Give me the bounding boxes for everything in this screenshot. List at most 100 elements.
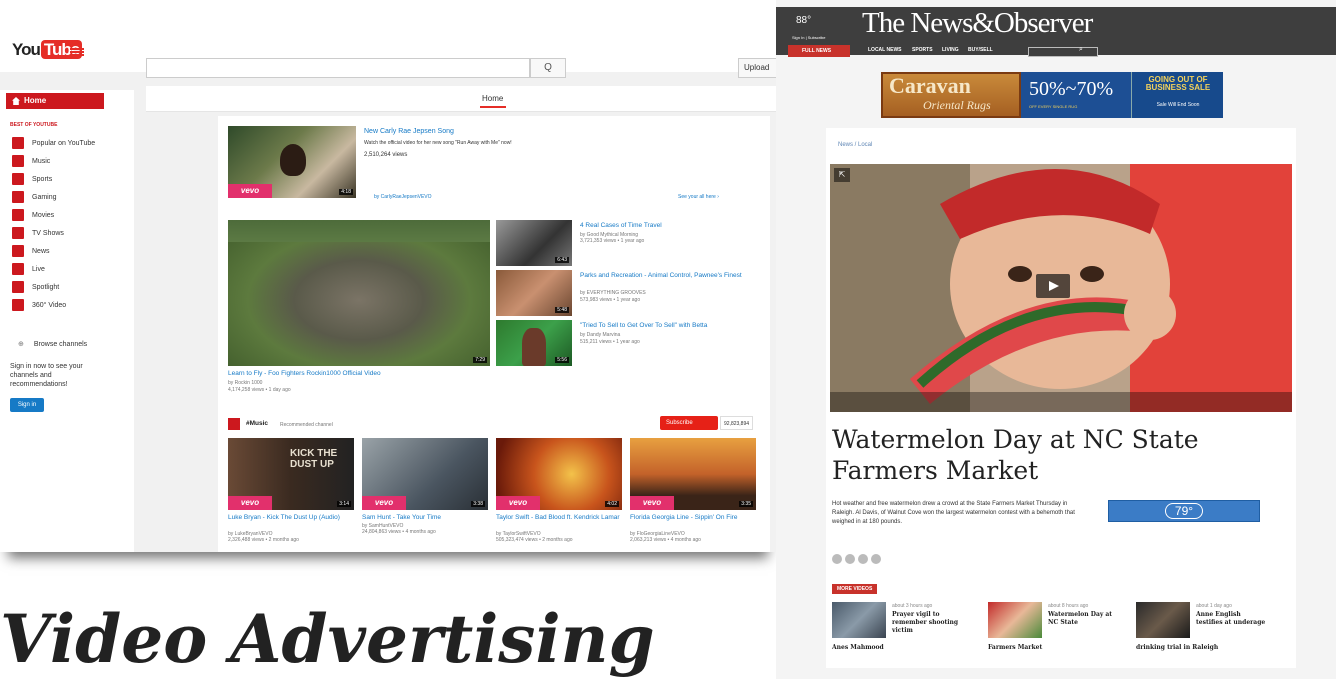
related-video-thumbnail[interactable]	[832, 602, 886, 638]
banner-ad[interactable]: Caravan Oriental Rugs 50%~70% OFF EVERY …	[881, 72, 1223, 118]
comment-icon[interactable]	[871, 554, 881, 564]
related-video-title[interactable]: Anne English testifies at underage	[1196, 611, 1266, 627]
big-video-title[interactable]: Learn to Fly - Foo Fighters Rockin1000 O…	[228, 370, 488, 378]
ad-caravan-panel: Caravan Oriental Rugs	[881, 72, 1021, 118]
music-video-title[interactable]: Taylor Swift - Bad Blood ft. Kendrick La…	[496, 514, 620, 522]
music-shelf-sub: Recommended channel	[280, 422, 333, 428]
video-player[interactable]: ⇱	[830, 164, 1292, 412]
upload-button[interactable]: Upload	[738, 58, 776, 78]
weather-ad[interactable]: 79°	[1108, 500, 1260, 522]
search-icon[interactable]: ⌕	[1079, 46, 1083, 54]
news-observer-screenshot: 88° Sign In | Subscribe The News&Observe…	[776, 0, 1336, 679]
twitter-icon[interactable]	[845, 554, 855, 564]
featured-video-title[interactable]: New Carly Rae Jepsen Song	[364, 128, 454, 136]
see-all-link[interactable]: See your all here ›	[678, 194, 719, 200]
sidebar-item-sports[interactable]: Sports	[12, 170, 95, 188]
nav-sports[interactable]: SPORTS	[912, 47, 933, 53]
related-video-subtitle[interactable]: Anes Mahmood	[832, 644, 884, 651]
big-video-thumbnail[interactable]: 7:29	[228, 220, 490, 366]
sidebar-item-360-video[interactable]: 360° Video	[12, 296, 95, 314]
youtube-sidebar: Home BEST OF YOUTUBE Popular on YouTube …	[0, 90, 134, 552]
menu-icon[interactable]	[70, 48, 84, 56]
music-video-thumbnail[interactable]: vevo 3:38	[362, 438, 488, 510]
sidebar-item-popular[interactable]: Popular on YouTube	[12, 134, 95, 152]
vevo-badge: vevo	[228, 496, 272, 510]
channel-icon	[12, 191, 24, 203]
news-masthead[interactable]: The News&Observer	[862, 7, 1093, 40]
article-summary: Hot weather and free watermelon drew a c…	[832, 501, 1075, 525]
facebook-icon[interactable]	[832, 554, 842, 564]
related-video-time: about 3 hours ago	[892, 603, 933, 609]
vevo-badge: vevo	[496, 496, 540, 510]
related-video-subtitle[interactable]: drinking trial in Raleigh	[1136, 644, 1218, 651]
side-video-thumbnail[interactable]: 6:43	[496, 220, 572, 266]
weather-ad-temp: 79°	[1165, 503, 1203, 519]
video-duration: 5:48	[555, 307, 569, 313]
music-shelf-title[interactable]: #Music	[246, 420, 268, 428]
sidebar-item-home[interactable]: Home	[6, 93, 104, 109]
sidebar-item-news[interactable]: News	[12, 242, 95, 260]
featured-video-thumbnail[interactable]: vevo 4:18	[228, 126, 356, 198]
vevo-badge: vevo	[630, 496, 674, 510]
news-search-input[interactable]	[1028, 47, 1098, 57]
breadcrumb[interactable]: News / Local	[838, 142, 872, 148]
side-video-channel: by Dandy Marvina	[580, 332, 621, 338]
music-video-title[interactable]: Luke Bryan - Kick The Dust Up (Audio)	[228, 514, 352, 522]
related-video-subtitle[interactable]: Farmers Market	[988, 644, 1042, 651]
side-video-thumbnail[interactable]: 5:48	[496, 270, 572, 316]
signin-subscribe-link[interactable]: Sign In | Subscribe	[792, 35, 826, 40]
news-header: 88° Sign In | Subscribe The News&Observe…	[776, 7, 1336, 57]
signin-button[interactable]: Sign in	[10, 398, 44, 412]
ad-oriental-text: Oriental Rugs	[923, 98, 991, 112]
sidebar-item-spotlight[interactable]: Spotlight	[12, 278, 95, 296]
sidebar-item-music[interactable]: Music	[12, 152, 95, 170]
video-duration: 5:56	[555, 357, 569, 363]
side-video-title[interactable]: "Tried To Sell to Get Over To Sell" with…	[580, 322, 760, 330]
youtube-search-input[interactable]	[146, 58, 530, 78]
related-video-thumbnail[interactable]	[988, 602, 1042, 638]
channel-icon	[12, 245, 24, 257]
sidebar-item-gaming[interactable]: Gaming	[12, 188, 95, 206]
nav-local-news[interactable]: LOCAL NEWS	[868, 47, 902, 53]
subscribe-button[interactable]: Subscribe	[660, 416, 718, 430]
channel-icon	[12, 299, 24, 311]
video-duration: 4:02	[605, 501, 619, 507]
email-icon[interactable]	[858, 554, 868, 564]
side-video-title[interactable]: 4 Real Cases of Time Travel	[580, 222, 760, 230]
sidebar-item-movies[interactable]: Movies	[12, 206, 95, 224]
weather-widget[interactable]: 88°	[796, 15, 811, 26]
video-duration: 3:38	[471, 501, 485, 507]
article-headline[interactable]: Watermelon Day at NC State Farmers Marke…	[832, 424, 1272, 486]
ad-percent-sub: OFF EVERY SINGLE RUG	[1029, 104, 1078, 109]
nav-buy-sell[interactable]: BUY/SELL	[968, 47, 993, 53]
nav-living[interactable]: LIVING	[942, 47, 959, 53]
sidebar-item-tv-shows[interactable]: TV Shows	[12, 224, 95, 242]
music-video-title[interactable]: Florida Georgia Line - Sippin' On Fire	[630, 514, 754, 522]
related-video-thumbnail[interactable]	[1136, 602, 1190, 638]
slide-caption: Video Advertising	[0, 600, 655, 678]
sidebar-item-live[interactable]: Live	[12, 260, 95, 278]
side-video-meta: 573,983 views • 1 year ago	[580, 297, 641, 303]
big-video-channel[interactable]: by Rockin 1000	[228, 380, 262, 386]
related-video-title[interactable]: Prayer vigil to remember shooting victim	[892, 611, 962, 635]
full-news-menu-button[interactable]: FULL NEWS	[788, 45, 850, 57]
related-video-title[interactable]: Watermelon Day at NC State	[1048, 611, 1114, 627]
featured-video-views: 2,510,264 views	[364, 152, 408, 158]
browse-channels-link[interactable]: Browse channels	[18, 340, 87, 348]
share-icon[interactable]: ⇱	[834, 168, 850, 182]
side-video-title[interactable]: Parks and Recreation - Animal Control, P…	[580, 272, 750, 280]
side-video-channel: by EVERYTHING GROOVES	[580, 290, 646, 296]
play-button-icon[interactable]	[1036, 274, 1070, 298]
side-video-thumbnail[interactable]: 5:56	[496, 320, 572, 366]
search-icon[interactable]: Q	[530, 58, 566, 78]
music-video-thumbnail[interactable]: KICK THE DUST UP vevo 3:14	[228, 438, 354, 510]
music-video-title[interactable]: Sam Hunt - Take Your Time	[362, 514, 486, 522]
social-share-bar	[832, 554, 881, 564]
channel-icon	[12, 263, 24, 275]
related-video-time: about 8 hours ago	[1048, 603, 1089, 609]
featured-channel-link[interactable]: by CarlyRaeJepsenVEVO	[374, 194, 432, 200]
music-video-thumbnail[interactable]: vevo 4:02	[496, 438, 622, 510]
music-video-thumbnail[interactable]: vevo 3:35	[630, 438, 756, 510]
channel-icon	[12, 155, 24, 167]
tab-home[interactable]: Home	[479, 94, 507, 108]
